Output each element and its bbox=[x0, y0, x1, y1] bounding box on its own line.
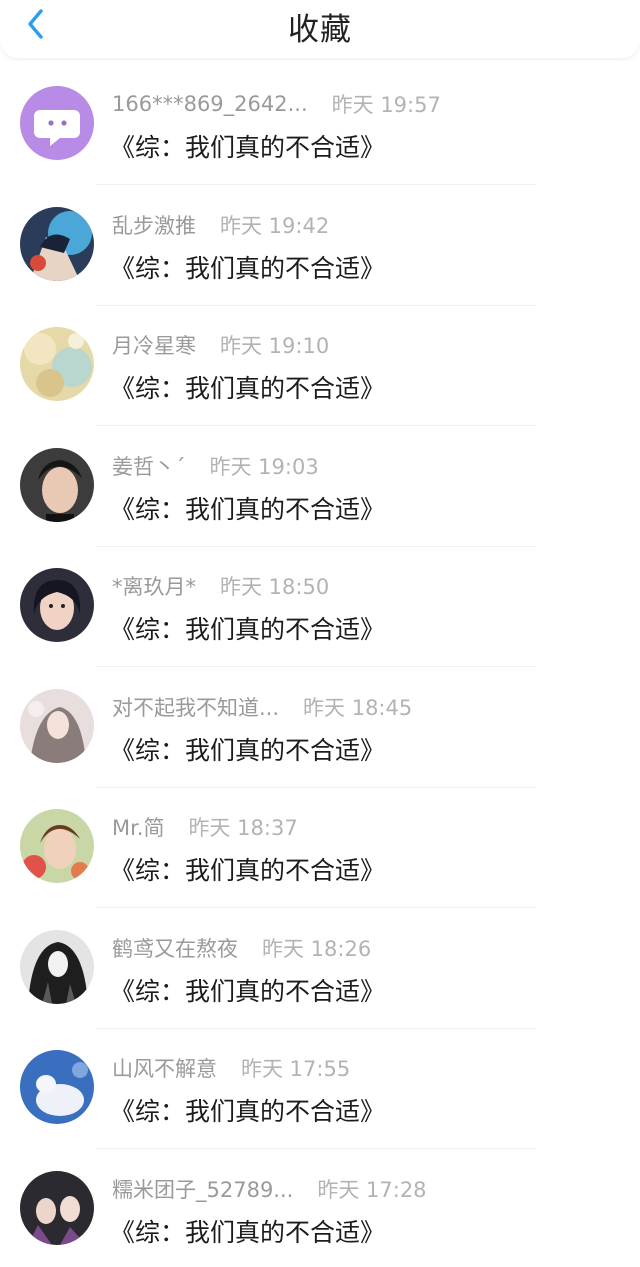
book-title[interactable]: 《综：我们真的不合适》 bbox=[110, 972, 385, 1008]
timestamp: 昨天 18:37 bbox=[189, 812, 298, 842]
list-item[interactable]: 鹤鸢又在熬夜 昨天 18:26 《综：我们真的不合适》 bbox=[0, 906, 640, 1027]
item-meta: 对不起我不知道... 昨天 18:45 bbox=[112, 693, 412, 721]
username[interactable]: 166***869_2642... bbox=[112, 92, 308, 116]
book-title[interactable]: 《综：我们真的不合适》 bbox=[110, 369, 385, 405]
timestamp: 昨天 17:28 bbox=[317, 1174, 426, 1204]
book-title[interactable]: 《综：我们真的不合适》 bbox=[110, 249, 385, 285]
username[interactable]: 山风不解意 bbox=[112, 1053, 217, 1083]
avatar[interactable] bbox=[20, 568, 94, 642]
list-item[interactable]: 山风不解意 昨天 17:55 《综：我们真的不合适》 bbox=[0, 1026, 640, 1147]
timestamp: 昨天 19:10 bbox=[220, 330, 329, 360]
username[interactable]: Mr.简 bbox=[112, 812, 165, 842]
book-title[interactable]: 《综：我们真的不合适》 bbox=[110, 731, 385, 767]
timestamp: 昨天 19:03 bbox=[210, 451, 319, 481]
item-meta: 鹤鸢又在熬夜 昨天 18:26 bbox=[112, 934, 371, 962]
username[interactable]: 对不起我不知道... bbox=[112, 692, 279, 722]
list-item[interactable]: 姜哲丶´ 昨天 19:03 《综：我们真的不合适》 bbox=[0, 424, 640, 545]
item-meta: 月冷星寒 昨天 19:10 bbox=[112, 331, 329, 359]
avatar[interactable] bbox=[20, 327, 94, 401]
username[interactable]: *离玖月* bbox=[112, 571, 196, 601]
timestamp: 昨天 18:45 bbox=[303, 692, 412, 722]
item-meta: 糯米团子_52789... 昨天 17:28 bbox=[112, 1175, 427, 1203]
timestamp: 昨天 19:57 bbox=[332, 89, 441, 119]
avatar[interactable] bbox=[20, 448, 94, 522]
username[interactable]: 糯米团子_52789... bbox=[112, 1174, 293, 1204]
list-item[interactable]: Mr.简 昨天 18:37 《综：我们真的不合适》 bbox=[0, 785, 640, 906]
avatar[interactable] bbox=[20, 1050, 94, 1124]
avatar[interactable] bbox=[20, 689, 94, 763]
avatar[interactable] bbox=[20, 207, 94, 281]
book-title[interactable]: 《综：我们真的不合适》 bbox=[110, 610, 385, 646]
timestamp: 昨天 18:26 bbox=[262, 933, 371, 963]
avatar[interactable] bbox=[20, 86, 94, 160]
item-meta: *离玖月* 昨天 18:50 bbox=[112, 572, 329, 600]
chat-bubble-icon bbox=[20, 86, 94, 160]
timestamp: 昨天 17:55 bbox=[241, 1053, 350, 1083]
item-meta: 乱步激推 昨天 19:42 bbox=[112, 211, 329, 239]
username[interactable]: 月冷星寒 bbox=[112, 330, 196, 360]
list-item[interactable]: 月冷星寒 昨天 19:10 《综：我们真的不合适》 bbox=[0, 303, 640, 424]
page-title: 收藏 bbox=[0, 4, 640, 49]
item-meta: Mr.简 昨天 18:37 bbox=[112, 813, 298, 841]
list-item[interactable]: *离玖月* 昨天 18:50 《综：我们真的不合适》 bbox=[0, 544, 640, 665]
favorites-list: 166***869_2642... 昨天 19:57 《综：我们真的不合适》 乱… bbox=[0, 62, 640, 1267]
list-item[interactable]: 糯米团子_52789... 昨天 17:28 《综：我们真的不合适》 bbox=[0, 1147, 640, 1267]
book-title[interactable]: 《综：我们真的不合适》 bbox=[110, 490, 385, 526]
avatar[interactable] bbox=[20, 930, 94, 1004]
book-title[interactable]: 《综：我们真的不合适》 bbox=[110, 851, 385, 887]
list-item[interactable]: 乱步激推 昨天 19:42 《综：我们真的不合适》 bbox=[0, 183, 640, 304]
username[interactable]: 乱步激推 bbox=[112, 210, 196, 240]
item-meta: 166***869_2642... 昨天 19:57 bbox=[112, 90, 441, 118]
timestamp: 昨天 19:42 bbox=[220, 210, 329, 240]
top-bar: 收藏 bbox=[0, 0, 640, 58]
username[interactable]: 姜哲丶´ bbox=[112, 451, 186, 481]
list-item[interactable]: 对不起我不知道... 昨天 18:45 《综：我们真的不合适》 bbox=[0, 665, 640, 786]
avatar[interactable] bbox=[20, 1171, 94, 1245]
book-title[interactable]: 《综：我们真的不合适》 bbox=[110, 1092, 385, 1128]
item-meta: 山风不解意 昨天 17:55 bbox=[112, 1054, 350, 1082]
username[interactable]: 鹤鸢又在熬夜 bbox=[112, 933, 238, 963]
avatar[interactable] bbox=[20, 809, 94, 883]
item-meta: 姜哲丶´ 昨天 19:03 bbox=[112, 452, 319, 480]
timestamp: 昨天 18:50 bbox=[220, 571, 329, 601]
list-item[interactable]: 166***869_2642... 昨天 19:57 《综：我们真的不合适》 bbox=[0, 62, 640, 183]
book-title[interactable]: 《综：我们真的不合适》 bbox=[110, 1213, 385, 1249]
book-title[interactable]: 《综：我们真的不合适》 bbox=[110, 128, 385, 164]
